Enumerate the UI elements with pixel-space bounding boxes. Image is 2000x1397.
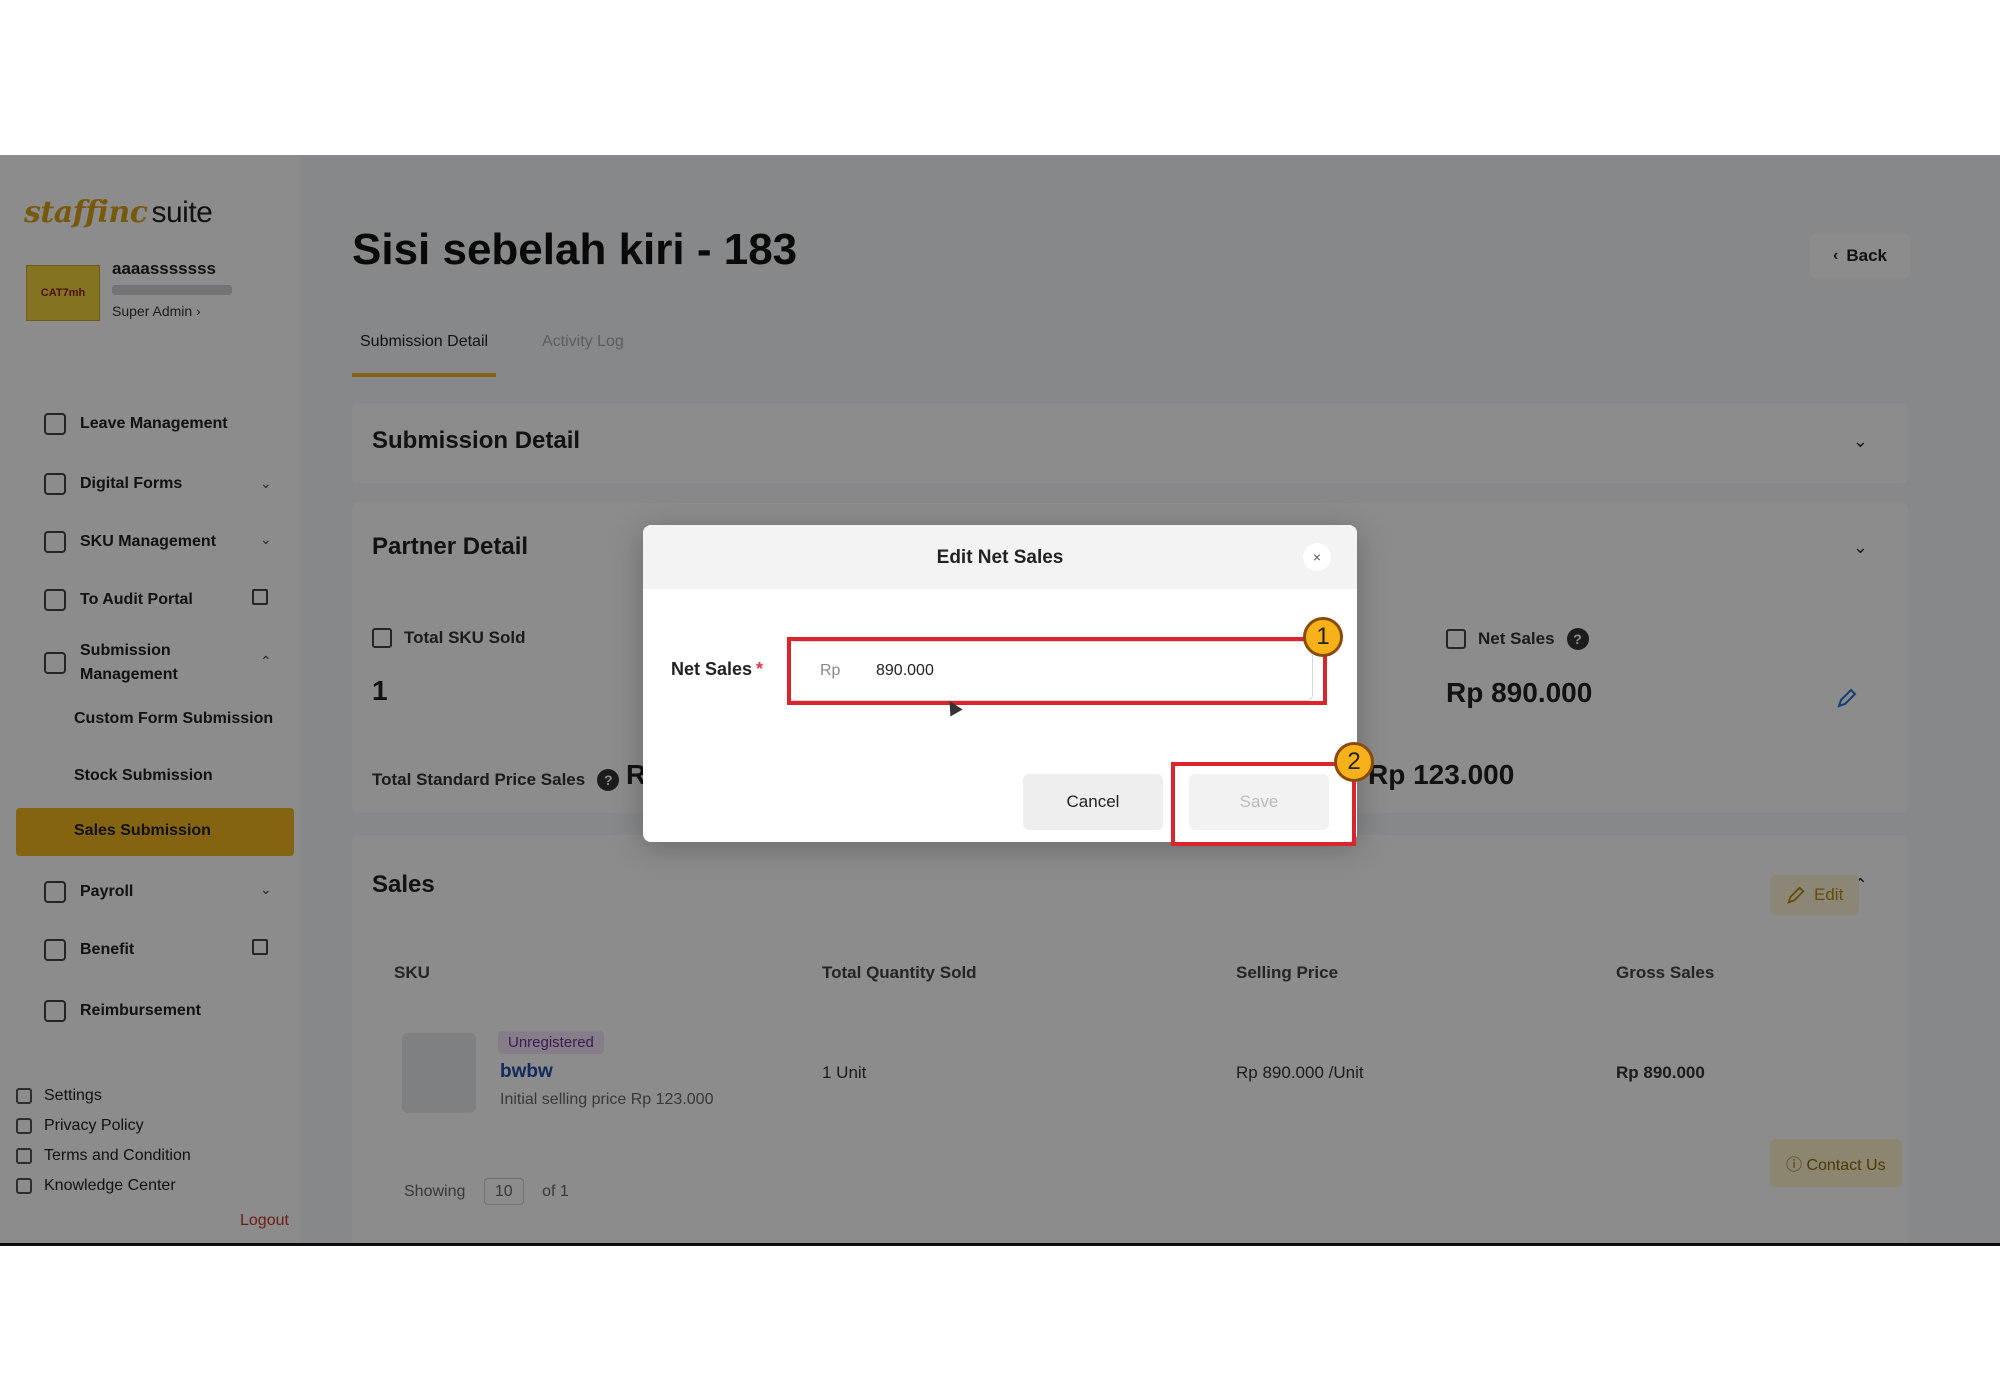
required-marker: *	[756, 659, 764, 679]
dialog-title: Edit Net Sales	[936, 547, 1064, 568]
highlight-box-save-button	[1171, 762, 1356, 846]
highlight-box-net-sales-input	[787, 637, 1327, 705]
close-icon[interactable]: ×	[1303, 543, 1331, 571]
step-marker-1: 1	[1303, 617, 1343, 657]
cancel-button[interactable]: Cancel	[1023, 774, 1163, 830]
net-sales-field-label: Net Sales *	[671, 659, 764, 679]
step-marker-2: 2	[1334, 742, 1374, 782]
